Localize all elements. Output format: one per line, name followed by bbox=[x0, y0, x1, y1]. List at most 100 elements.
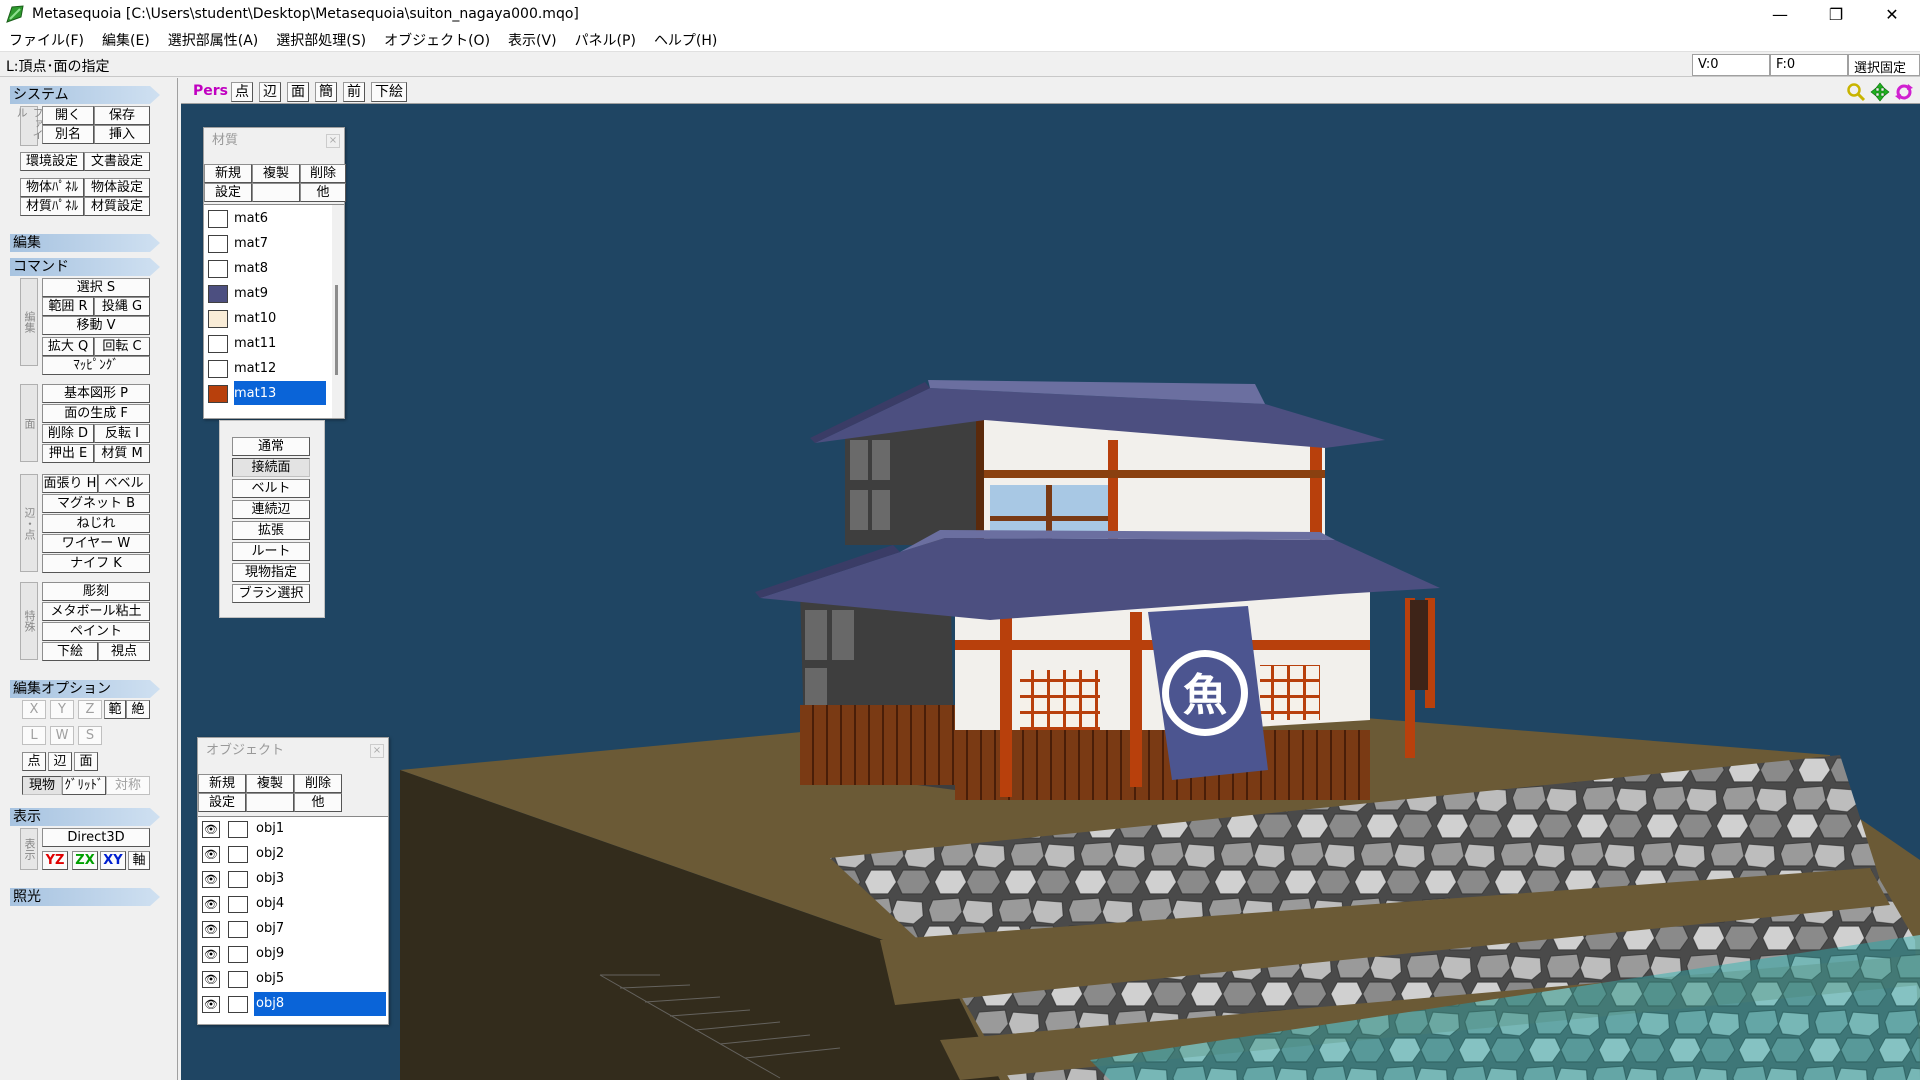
edge-target-toggle[interactable]: 辺 bbox=[48, 752, 72, 771]
view-yz-button[interactable]: YZ bbox=[42, 851, 68, 870]
visibility-eye-icon[interactable]: 👁 bbox=[202, 996, 220, 1013]
open-button[interactable]: 開く bbox=[42, 106, 94, 125]
lock-checkbox[interactable] bbox=[228, 896, 248, 913]
primitive-tool-button[interactable]: 基本図形 P bbox=[42, 384, 150, 403]
object-item[interactable]: 👁 obj5 bbox=[198, 967, 388, 991]
visibility-eye-icon[interactable]: 👁 bbox=[202, 846, 220, 863]
simple-display-toggle[interactable]: 簡 bbox=[315, 82, 337, 102]
material-tool-button[interactable]: 材質 M bbox=[94, 444, 150, 463]
object-new-button[interactable]: 新規 bbox=[198, 774, 246, 793]
vertex-target-toggle[interactable]: 点 bbox=[22, 752, 46, 771]
wire-tool-button[interactable]: ワイヤー W bbox=[42, 534, 150, 553]
scale-tool-button[interactable]: 拡大 Q bbox=[42, 337, 94, 356]
invert-tool-button[interactable]: 反転 I bbox=[94, 424, 150, 443]
bevel-tool-button[interactable]: ベベル bbox=[98, 474, 150, 493]
select-mode-brush[interactable]: ブラシ選択 bbox=[232, 584, 310, 603]
material-delete-button[interactable]: 削除 bbox=[300, 164, 346, 183]
material-blank-button[interactable] bbox=[252, 183, 300, 202]
renderer-button[interactable]: Direct3D bbox=[42, 828, 150, 847]
section-edit-options[interactable]: 編集オプション bbox=[10, 680, 160, 698]
object-copy-button[interactable]: 複製 bbox=[246, 774, 294, 793]
show-vertices-toggle[interactable]: 点 bbox=[231, 82, 253, 102]
underlay-toggle[interactable]: 下絵 bbox=[371, 82, 407, 102]
extend-face-tool-button[interactable]: 面張り H bbox=[42, 474, 98, 493]
knife-tool-button[interactable]: ナイフ K bbox=[42, 554, 150, 573]
select-mode-expand[interactable]: 拡張 bbox=[232, 521, 310, 540]
object-item-selected[interactable]: 👁 obj8 bbox=[198, 992, 388, 1016]
screen-option-toggle[interactable]: S bbox=[78, 726, 102, 745]
environment-settings-button[interactable]: 環境設定 bbox=[20, 152, 84, 171]
save-button[interactable]: 保存 bbox=[94, 106, 150, 125]
menu-file[interactable]: ファイル(F) bbox=[0, 30, 93, 50]
world-option-toggle[interactable]: W bbox=[50, 726, 74, 745]
mapping-tool-button[interactable]: ﾏｯﾋﾟﾝｸﾞ bbox=[42, 356, 150, 375]
current-object-toggle[interactable]: 現物 bbox=[22, 776, 62, 795]
object-item[interactable]: 👁 obj3 bbox=[198, 867, 388, 891]
menu-object[interactable]: オブジェクト(O) bbox=[375, 30, 499, 50]
range-tool-button[interactable]: 範囲 R bbox=[42, 297, 94, 316]
lasso-tool-button[interactable]: 投縄 G bbox=[94, 297, 150, 316]
lock-checkbox[interactable] bbox=[228, 996, 248, 1013]
visibility-eye-icon[interactable]: 👁 bbox=[202, 871, 220, 888]
menu-selection-attr[interactable]: 選択部属性(A) bbox=[159, 30, 268, 50]
select-mode-normal[interactable]: 通常 bbox=[232, 437, 310, 456]
show-faces-toggle[interactable]: 面 bbox=[287, 82, 309, 102]
section-command[interactable]: コマンド bbox=[10, 258, 160, 276]
save-as-button[interactable]: 別名 bbox=[42, 125, 94, 144]
material-item[interactable]: mat7 bbox=[204, 232, 334, 256]
object-blank-button[interactable] bbox=[246, 793, 294, 812]
underlay-tool-button[interactable]: 下絵 bbox=[42, 642, 98, 661]
object-other-button[interactable]: 他 bbox=[294, 793, 342, 812]
lock-checkbox[interactable] bbox=[228, 946, 248, 963]
section-lighting[interactable]: 照光 bbox=[10, 888, 160, 906]
rotate-view-icon[interactable] bbox=[1894, 82, 1914, 102]
insert-button[interactable]: 挿入 bbox=[94, 125, 150, 144]
object-item[interactable]: 👁 obj1 bbox=[198, 817, 388, 841]
grid-toggle[interactable]: ｸﾞﾘｯﾄﾞ bbox=[62, 776, 106, 795]
extrude-tool-button[interactable]: 押出 E bbox=[42, 444, 94, 463]
front-only-toggle[interactable]: 前 bbox=[343, 82, 365, 102]
select-mode-current-object[interactable]: 現物指定 bbox=[232, 563, 310, 582]
object-settings-button[interactable]: 物体設定 bbox=[84, 178, 150, 197]
lock-checkbox[interactable] bbox=[228, 971, 248, 988]
view-zx-button[interactable]: ZX bbox=[72, 851, 98, 870]
material-item[interactable]: mat11 bbox=[204, 332, 334, 356]
axis-y-toggle[interactable]: Y bbox=[50, 700, 74, 719]
material-item[interactable]: mat12 bbox=[204, 357, 334, 381]
face-target-toggle[interactable]: 面 bbox=[74, 752, 98, 771]
material-scroll-thumb[interactable] bbox=[335, 285, 338, 375]
select-mode-belt[interactable]: ベルト bbox=[232, 479, 310, 498]
twist-tool-button[interactable]: ねじれ bbox=[42, 514, 150, 533]
object-settings-button[interactable]: 設定 bbox=[198, 793, 246, 812]
material-copy-button[interactable]: 複製 bbox=[252, 164, 300, 183]
paint-tool-button[interactable]: ペイント bbox=[42, 622, 150, 641]
menu-panel[interactable]: パネル(P) bbox=[566, 30, 645, 50]
lock-checkbox[interactable] bbox=[228, 846, 248, 863]
document-settings-button[interactable]: 文書設定 bbox=[84, 152, 150, 171]
material-item-selected[interactable]: mat13 bbox=[204, 382, 334, 406]
make-face-tool-button[interactable]: 面の生成 F bbox=[42, 404, 150, 423]
perspective-mode-label[interactable]: Pers bbox=[193, 83, 228, 99]
section-system[interactable]: システム bbox=[10, 86, 160, 104]
rotate-tool-button[interactable]: 回転 C bbox=[94, 337, 150, 356]
object-item[interactable]: 👁 obj7 bbox=[198, 917, 388, 941]
selection-lock-toggle[interactable]: 選択固定 bbox=[1848, 54, 1920, 76]
move-tool-button[interactable]: 移動 V bbox=[42, 316, 150, 335]
material-item[interactable]: mat10 bbox=[204, 307, 334, 331]
select-mode-connected-faces[interactable]: 接続面 bbox=[232, 458, 310, 477]
material-list[interactable]: mat6 mat7 mat8 mat9 mat10 mat11 mat12 ma… bbox=[204, 204, 344, 418]
lock-checkbox[interactable] bbox=[228, 921, 248, 938]
show-edges-toggle[interactable]: 辺 bbox=[259, 82, 281, 102]
material-scrollbar[interactable] bbox=[332, 205, 344, 418]
material-settings-button[interactable]: 設定 bbox=[204, 183, 252, 202]
select-mode-route[interactable]: ルート bbox=[232, 542, 310, 561]
section-edit[interactable]: 編集 bbox=[10, 234, 160, 252]
menu-help[interactable]: ヘルプ(H) bbox=[645, 30, 726, 50]
close-button[interactable]: ✕ bbox=[1864, 0, 1920, 28]
visibility-eye-icon[interactable]: 👁 bbox=[202, 821, 220, 838]
view-xy-button[interactable]: XY bbox=[100, 851, 126, 870]
visibility-eye-icon[interactable]: 👁 bbox=[202, 921, 220, 938]
axis-z-toggle[interactable]: Z bbox=[78, 700, 102, 719]
visibility-eye-icon[interactable]: 👁 bbox=[202, 896, 220, 913]
magnet-tool-button[interactable]: マグネット B bbox=[42, 494, 150, 513]
